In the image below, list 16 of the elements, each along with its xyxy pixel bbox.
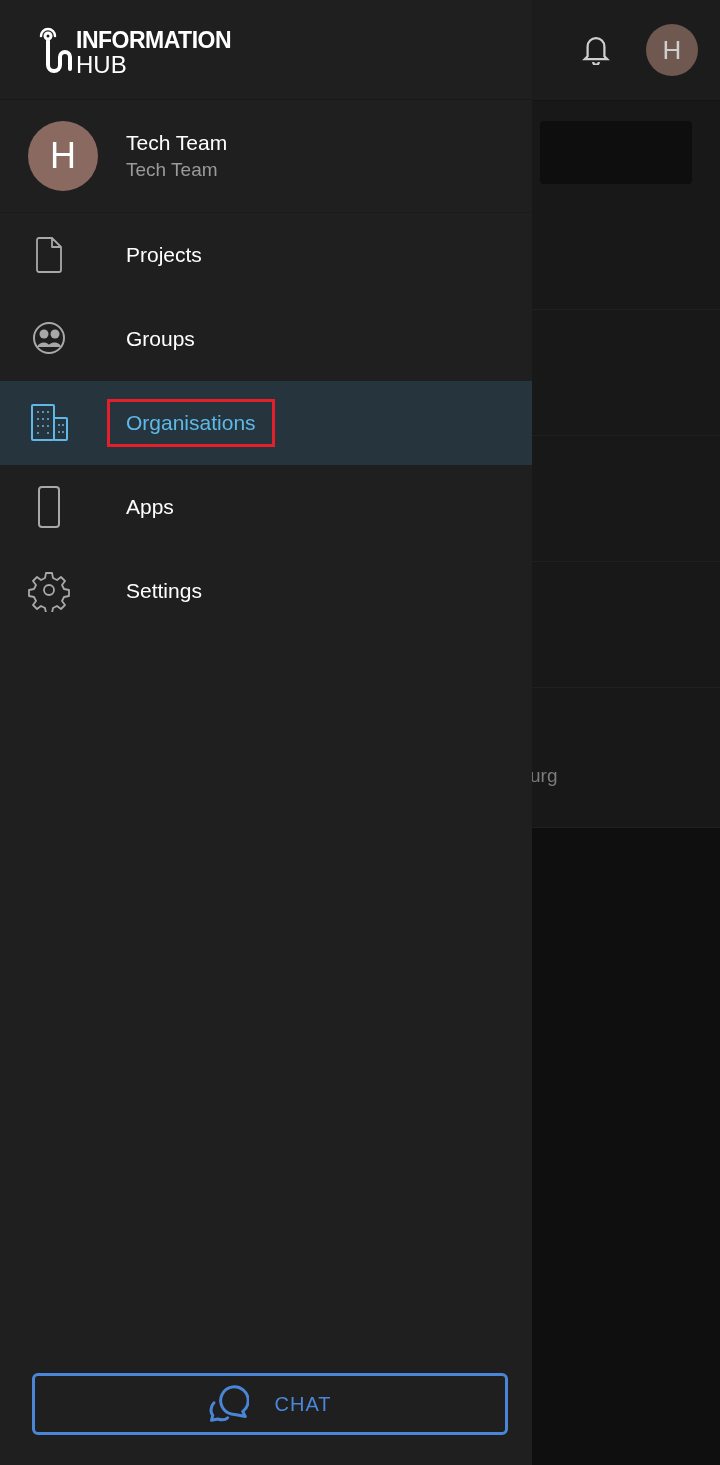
profile-name: Tech Team xyxy=(126,131,228,155)
menu-item[interactable]: Groups xyxy=(0,297,532,381)
profile-avatar: H xyxy=(28,121,98,191)
chat-button[interactable]: CHAT xyxy=(32,1373,508,1435)
chat-icon xyxy=(208,1385,249,1423)
logo-subtitle: HUB xyxy=(76,52,128,77)
menu-item[interactable]: Organisations xyxy=(0,381,532,465)
menu-item[interactable]: Settings xyxy=(0,549,532,633)
logo-title: INFORMATION xyxy=(76,28,232,52)
menu-item[interactable]: Apps xyxy=(0,465,532,549)
bell-icon[interactable] xyxy=(582,35,610,65)
profile-subtitle: Tech Team xyxy=(126,159,219,181)
user-avatar[interactable]: H xyxy=(646,24,698,76)
building-icon xyxy=(28,402,70,444)
settings-icon xyxy=(28,570,70,612)
menu-item[interactable]: Projects xyxy=(0,213,532,297)
